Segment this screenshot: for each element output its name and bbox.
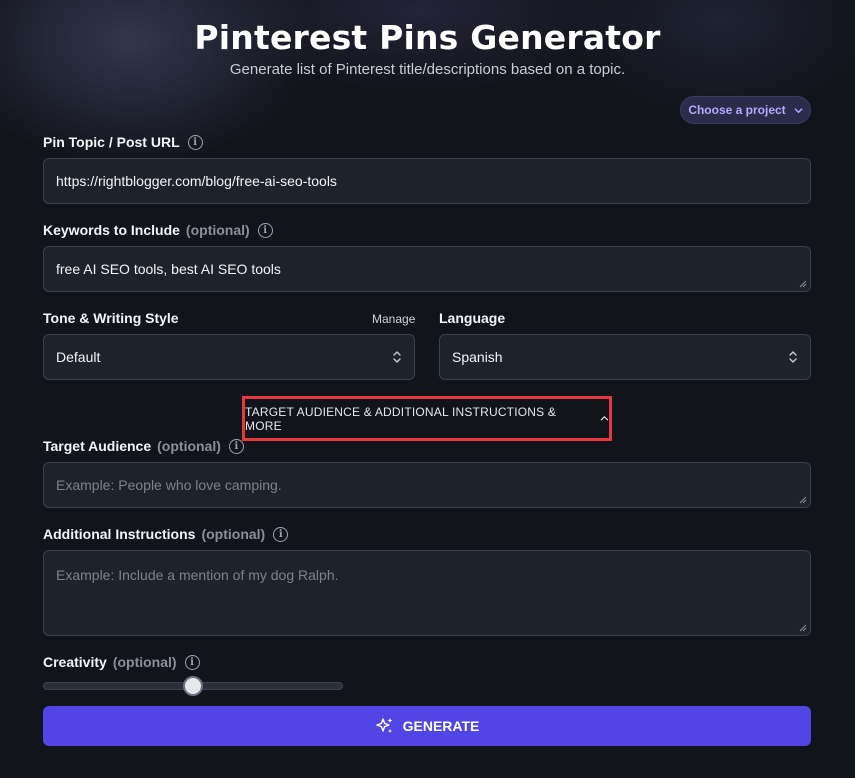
generate-button[interactable]: GENERATE: [43, 706, 811, 746]
info-icon[interactable]: i: [184, 654, 200, 670]
instructions-optional: (optional): [201, 526, 266, 542]
keywords-label-row: Keywords to Include (optional) i: [43, 222, 273, 238]
tone-select[interactable]: Default: [43, 334, 415, 380]
audience-placeholder: Example: People who love camping.: [56, 477, 282, 493]
resize-handle-icon[interactable]: [799, 280, 807, 288]
tone-label: Tone & Writing Style: [43, 310, 179, 326]
tone-value: Default: [56, 349, 101, 365]
chevron-up-icon: [600, 416, 609, 421]
resize-handle-icon[interactable]: [799, 624, 807, 632]
instructions-textarea[interactable]: Example: Include a mention of my dog Ral…: [43, 550, 811, 636]
keywords-textarea[interactable]: free AI SEO tools, best AI SEO tools: [43, 246, 811, 292]
generate-label: GENERATE: [402, 718, 480, 734]
tone-label-row: Tone & Writing Style: [43, 310, 179, 326]
page-title: Pinterest Pins Generator: [194, 18, 661, 57]
info-icon[interactable]: i: [273, 526, 289, 542]
audience-optional: (optional): [157, 438, 221, 454]
info-icon[interactable]: i: [228, 438, 244, 454]
select-arrows-icon: [393, 351, 401, 363]
language-value: Spanish: [452, 349, 503, 365]
creativity-label-row: Creativity (optional) i: [43, 654, 200, 670]
info-icon[interactable]: i: [257, 222, 273, 238]
pinterest-pins-generator-page: Pinterest Pins Generator Generate list o…: [0, 0, 855, 778]
manage-tones-link[interactable]: Manage: [372, 312, 415, 326]
creativity-optional: (optional): [112, 654, 177, 670]
topic-label-row: Pin Topic / Post URL i: [43, 134, 203, 150]
creativity-slider-thumb[interactable]: [183, 676, 203, 696]
choose-project-button[interactable]: Choose a project: [680, 96, 811, 124]
keywords-label: Keywords to Include: [43, 222, 180, 238]
instructions-label: Additional Instructions: [43, 526, 196, 542]
advanced-options-label: TARGET AUDIENCE & ADDITIONAL INSTRUCTION…: [245, 404, 557, 433]
creativity-label: Creativity: [43, 654, 107, 670]
keywords-value: free AI SEO tools, best AI SEO tools: [56, 261, 281, 277]
page-subtitle: Generate list of Pinterest title/descrip…: [229, 61, 626, 78]
topic-input[interactable]: https://rightblogger.com/blog/free-ai-se…: [43, 158, 811, 204]
sparkles-icon: [375, 718, 393, 733]
chevron-down-icon: [794, 107, 803, 113]
audience-label-row: Target Audience (optional) i: [43, 438, 244, 454]
audience-label: Target Audience: [43, 438, 152, 454]
topic-label: Pin Topic / Post URL: [43, 134, 180, 150]
resize-handle-icon[interactable]: [799, 496, 807, 504]
instructions-placeholder: Example: Include a mention of my dog Ral…: [56, 567, 339, 583]
keywords-optional: (optional): [185, 222, 250, 238]
language-select[interactable]: Spanish: [439, 334, 811, 380]
audience-textarea[interactable]: Example: People who love camping.: [43, 462, 811, 508]
language-label: Language: [439, 310, 506, 326]
info-icon[interactable]: i: [187, 134, 203, 150]
topic-value: https://rightblogger.com/blog/free-ai-se…: [56, 173, 337, 189]
instructions-label-row: Additional Instructions (optional) i: [43, 526, 289, 542]
choose-project-label: Choose a project: [688, 103, 786, 117]
select-arrows-icon: [789, 351, 797, 363]
language-label-row: Language: [439, 310, 505, 326]
advanced-options-toggle[interactable]: TARGET AUDIENCE & ADDITIONAL INSTRUCTION…: [242, 396, 612, 441]
